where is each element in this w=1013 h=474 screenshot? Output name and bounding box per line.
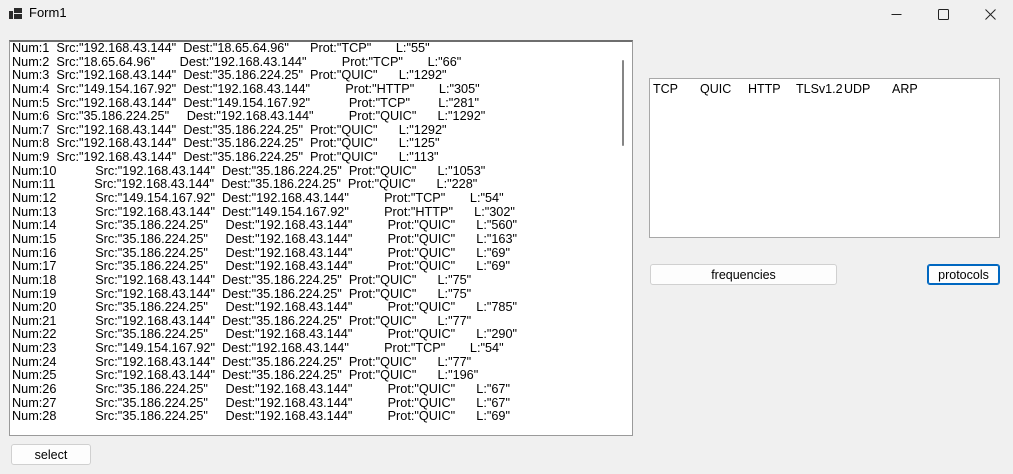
protocols-listbox[interactable]: TCP QUIC HTTP TLSv1.2 UDP ARP (649, 78, 1000, 238)
packet-row[interactable]: Num:2 Src:"18.65.64.96" Dest:"192.168.43… (12, 55, 517, 70)
packet-row[interactable]: Num:25 Src:"192.168.43.144" Dest:"35.186… (12, 369, 517, 383)
app-icon (9, 8, 22, 19)
vertical-scrollbar[interactable] (615, 42, 632, 435)
minimize-button[interactable] (873, 0, 919, 28)
packet-row[interactable]: Num:6 Src:"35.186.224.25" Dest:"192.168.… (12, 110, 517, 124)
packet-row[interactable]: Num:28 Src:"35.186.224.25" Dest:"192.168… (12, 410, 517, 424)
packet-row[interactable]: Num:23 Src:"149.154.167.92" Dest:"192.16… (12, 341, 517, 356)
maximize-button[interactable] (920, 0, 966, 28)
packet-row[interactable]: Num:21 Src:"192.168.43.144" Dest:"35.186… (12, 314, 517, 329)
packet-row[interactable]: Num:18 Src:"192.168.43.144" Dest:"35.186… (12, 273, 517, 288)
protocol-item[interactable]: HTTP (748, 82, 781, 96)
minimize-icon (891, 13, 901, 15)
packet-row[interactable]: Num:1 Src:"192.168.43.144" Dest:"18.65.6… (12, 42, 517, 56)
packet-row[interactable]: Num:5 Src:"192.168.43.144" Dest:"149.154… (12, 96, 517, 111)
packet-row[interactable]: Num:20 Src:"35.186.224.25" Dest:"192.168… (12, 301, 517, 315)
protocol-item[interactable]: TLSv1.2 (796, 82, 843, 96)
packet-list: Num:1 Src:"192.168.43.144" Dest:"18.65.6… (12, 42, 517, 424)
packet-row[interactable]: Num:16 Src:"35.186.224.25" Dest:"192.168… (12, 246, 517, 261)
close-button[interactable] (967, 0, 1013, 28)
packet-row[interactable]: Num:9 Src:"192.168.43.144" Dest:"35.186.… (12, 150, 517, 165)
packet-row[interactable]: Num:22 Src:"35.186.224.25" Dest:"192.168… (12, 328, 517, 342)
packet-row[interactable]: Num:14 Src:"35.186.224.25" Dest:"192.168… (12, 219, 517, 233)
packet-row[interactable]: Num:10 Src:"192.168.43.144" Dest:"35.186… (12, 164, 517, 179)
packet-row[interactable]: Num:15 Src:"35.186.224.25" Dest:"192.168… (12, 232, 517, 247)
packet-listbox[interactable]: Num:1 Src:"192.168.43.144" Dest:"18.65.6… (9, 40, 633, 436)
close-icon (984, 8, 996, 20)
protocol-item[interactable]: UDP (844, 82, 870, 96)
title-bar: Form1 (0, 0, 1013, 28)
frequencies-button[interactable]: frequencies (650, 264, 837, 285)
protocols-button[interactable]: protocols (927, 264, 1000, 285)
maximize-icon (937, 8, 949, 20)
packet-row[interactable]: Num:4 Src:"149.154.167.92" Dest:"192.168… (12, 82, 517, 97)
protocol-item[interactable]: QUIC (700, 82, 731, 96)
packet-row[interactable]: Num:11 Src:"192.168.43.144" Dest:"35.186… (12, 178, 517, 192)
packet-row[interactable]: Num:3 Src:"192.168.43.144" Dest:"35.186.… (12, 69, 517, 83)
scrollbar-thumb[interactable] (622, 60, 624, 146)
packet-row[interactable]: Num:12 Src:"149.154.167.92" Dest:"192.16… (12, 191, 517, 206)
packet-row[interactable]: Num:26 Src:"35.186.224.25" Dest:"192.168… (12, 382, 517, 397)
packet-row[interactable]: Num:7 Src:"192.168.43.144" Dest:"35.186.… (12, 123, 517, 138)
packet-row[interactable]: Num:19 Src:"192.168.43.144" Dest:"35.186… (12, 287, 517, 302)
packet-row[interactable]: Num:17 Src:"35.186.224.25" Dest:"192.168… (12, 260, 517, 274)
window-title: Form1 (29, 5, 67, 20)
packet-row[interactable]: Num:8 Src:"192.168.43.144" Dest:"35.186.… (12, 137, 517, 151)
packet-row[interactable]: Num:13 Src:"192.168.43.144" Dest:"149.15… (12, 205, 517, 220)
packet-row[interactable]: Num:24 Src:"192.168.43.144" Dest:"35.186… (12, 355, 517, 370)
protocol-item[interactable]: ARP (892, 82, 918, 96)
protocol-item[interactable]: TCP (653, 82, 678, 96)
select-button[interactable]: select (11, 444, 91, 465)
packet-row[interactable]: Num:27 Src:"35.186.224.25" Dest:"192.168… (12, 396, 517, 411)
